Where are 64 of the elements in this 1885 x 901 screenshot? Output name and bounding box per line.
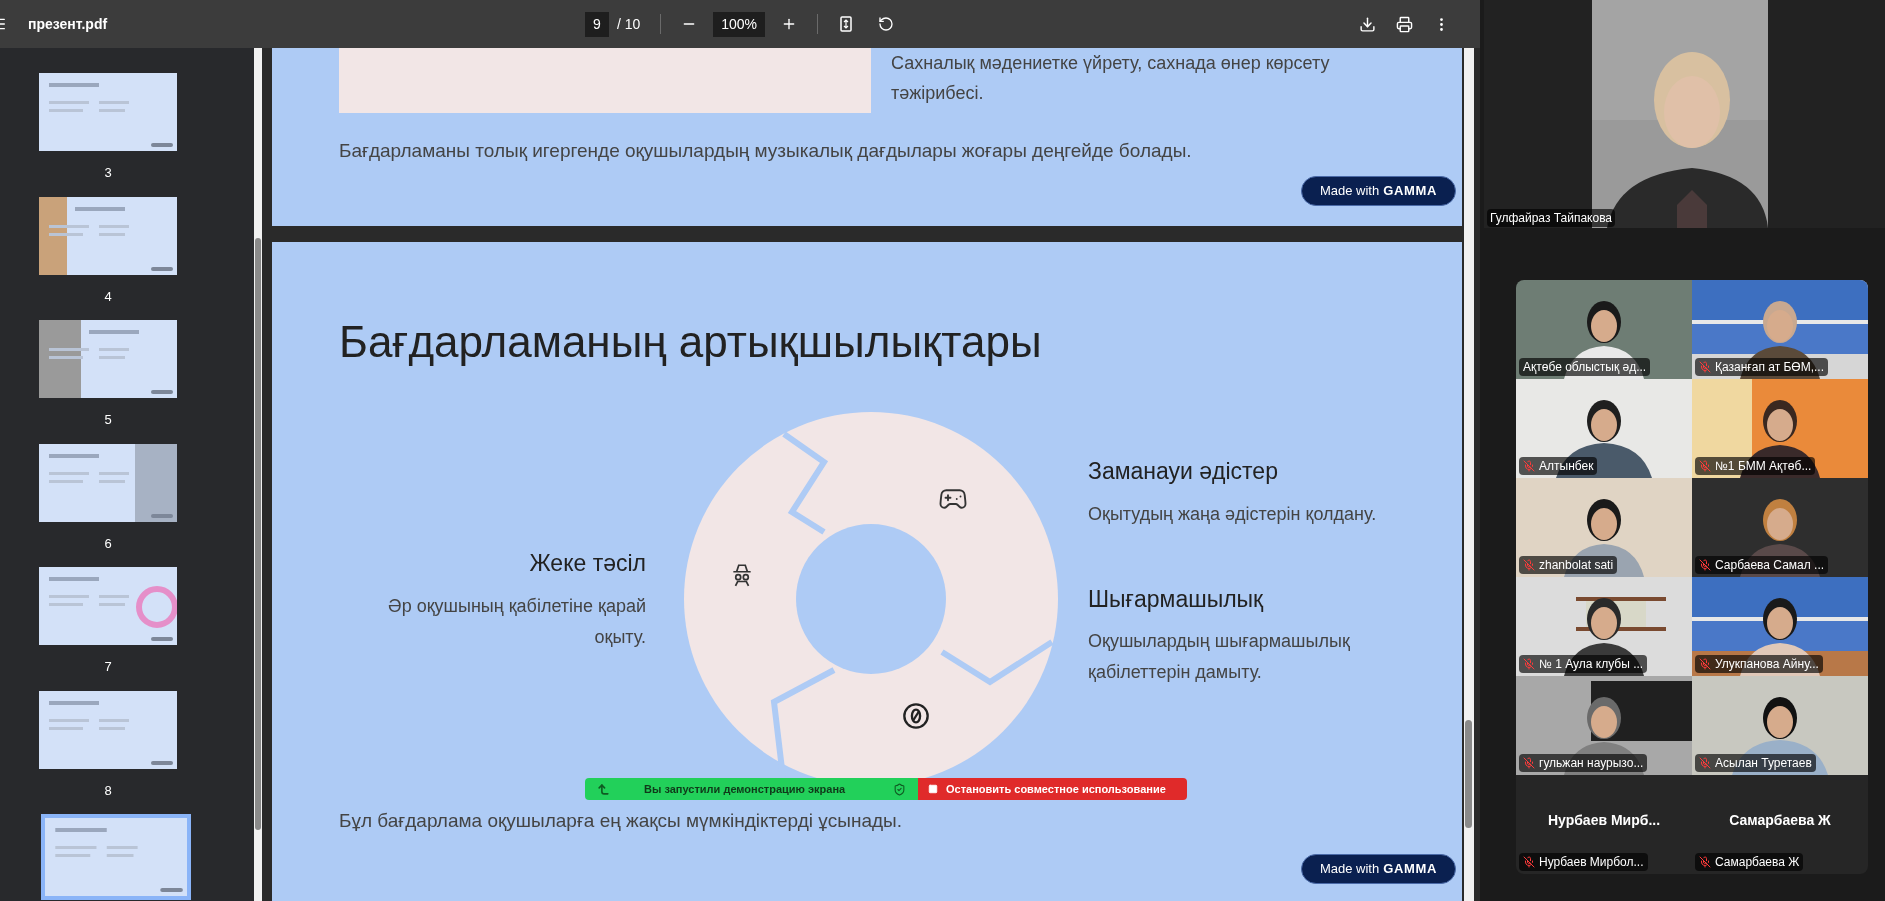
brand-wordmark: GAMMA xyxy=(1383,181,1437,200)
participant-name: №1 БММ Ақтөб... xyxy=(1715,460,1812,472)
speaker-video-tile[interactable]: Гулфайраз Тайпакова xyxy=(1484,0,1885,228)
page-number: 3 xyxy=(104,164,112,182)
made-with-gamma-badge[interactable]: Made with GAMMA xyxy=(1300,175,1456,206)
video-tile[interactable]: Самарбаева Ж Самарбаева Ж xyxy=(1692,775,1868,874)
page-thumbnail[interactable] xyxy=(39,690,177,769)
print-icon[interactable] xyxy=(1396,15,1413,33)
feature-description: Оқытудың жаңа әдістерін қолдану. xyxy=(1088,502,1378,526)
page-number: 4 xyxy=(104,287,112,306)
slide-summary: Бұл бағдарлама оқушыларға ең жақсы мүмкіндіктерді ұсынады. xyxy=(339,809,904,833)
scrollbar-thumb[interactable] xyxy=(1465,720,1472,828)
share-status-text: Вы запустили демонстрацию экрана xyxy=(644,781,846,797)
participant-name: № 1 Аула клубы ... xyxy=(1539,658,1644,670)
feature-title: Заманауи әдістер xyxy=(1088,457,1278,486)
participant-name: Нурбаев Мирбол... xyxy=(1539,856,1644,868)
fit-page-icon[interactable] xyxy=(838,16,855,32)
feature-title: Шығармашылық xyxy=(1088,584,1264,614)
rotate-icon[interactable] xyxy=(878,16,895,32)
badge-text: Made with xyxy=(1319,859,1380,878)
page-thumbnail[interactable] xyxy=(39,73,177,151)
participant-name: Қазанғап ат БӨМ,... xyxy=(1715,361,1824,373)
video-tile[interactable]: Нурбаев Мирб... Нурбаев Мирбол... xyxy=(1516,775,1692,874)
participant-name: гульжан наурызо... xyxy=(1539,757,1644,769)
page-thumbnail[interactable] xyxy=(41,814,191,900)
body-text: Сахналық мәдениетке үйрету, сахнада өнер көрсету xyxy=(891,52,1330,75)
page-thumbnail[interactable] xyxy=(39,196,177,275)
file-name: презент.pdf xyxy=(28,14,108,34)
participant-display-name: Самарбаева Ж xyxy=(1729,811,1831,830)
body-text: тәжірибесі. xyxy=(891,82,985,105)
participant-name: Ақтөбе облыстық әд... xyxy=(1523,361,1647,373)
participant-name: Улукпанова Айну... xyxy=(1715,658,1819,670)
page-number: 5 xyxy=(104,411,112,429)
speaker-name: Гулфайраз Тайпакова xyxy=(1490,210,1613,227)
made-with-gamma-badge[interactable]: Made with GAMMA xyxy=(1300,853,1456,884)
page-thumbnail[interactable] xyxy=(39,567,177,645)
page-number: 8 xyxy=(104,781,112,800)
feature-description: Әр оқушының қабілетіне қарай оқыту. xyxy=(387,594,646,649)
scrollbar-thumb[interactable] xyxy=(255,238,261,830)
page-thumbnail[interactable] xyxy=(39,320,177,398)
participant-name: Самарбаева Ж xyxy=(1715,856,1800,868)
zoom-field[interactable]: 100% xyxy=(713,11,766,37)
page-number: 6 xyxy=(104,534,112,553)
feature-title: Жеке тәсіл xyxy=(529,549,646,578)
page-number: 7 xyxy=(104,658,112,676)
participant-display-name: Нурбаев Мирб... xyxy=(1547,811,1661,830)
brand-wordmark: GAMMA xyxy=(1383,859,1437,878)
shield-icon xyxy=(893,782,906,796)
badge-text: Made with xyxy=(1319,181,1380,200)
stop-sharing-button[interactable]: Остановить совместное использование xyxy=(918,778,1187,800)
feature-description: Оқушылардың шығармашылық қабілеттерін дамыту. xyxy=(1088,630,1351,684)
participant-name: zhanbolat sati xyxy=(1539,559,1614,571)
download-icon[interactable] xyxy=(1359,15,1376,33)
page-thumbnail[interactable] xyxy=(39,443,177,522)
share-arrow-icon xyxy=(597,782,610,796)
participant-name: Сарбаева Самал ... xyxy=(1715,559,1825,571)
participant-name: Алтынбек xyxy=(1539,460,1594,472)
page-number-field[interactable]: 9 xyxy=(585,11,609,37)
participant-name: Асылан Туретаев xyxy=(1715,757,1812,769)
slashed-zero-icon xyxy=(902,702,930,730)
page-total: / 10 xyxy=(616,14,641,34)
slide-title: Бағдарламаның артықшылықтары xyxy=(339,316,1043,368)
slide-summary: Бағдарламаны толық игергенде оқушылардың музыкалық дағдылары жоғары деңгейде болады. xyxy=(339,139,1193,163)
stop-icon xyxy=(928,784,938,794)
